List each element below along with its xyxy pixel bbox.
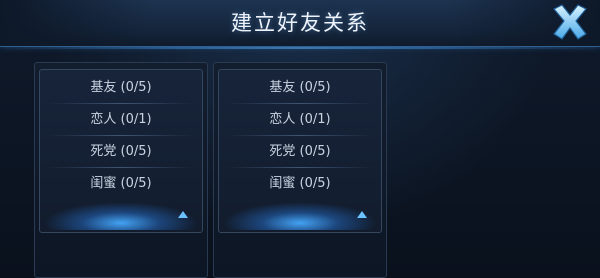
- option-separator: [48, 103, 194, 104]
- option-guimi[interactable]: 闺蜜 (0/5): [44, 170, 198, 198]
- option-separator: [227, 103, 373, 104]
- title-divider: [0, 47, 600, 49]
- relationship-options-list: 基友 (0/5) 恋人 (0/1) 死党 (0/5) 闺蜜 (0/5): [218, 69, 382, 233]
- chevron-up-icon: [357, 211, 367, 218]
- close-button[interactable]: [548, 2, 592, 42]
- dialog-title: 建立好友关系: [231, 11, 369, 35]
- option-lianren[interactable]: 恋人 (0/1): [223, 106, 377, 134]
- relationship-panel-right: 基友 (0/5) 恋人 (0/1) 死党 (0/5) 闺蜜 (0/5): [213, 62, 387, 278]
- relationship-selector[interactable]: [223, 202, 377, 230]
- option-jiyou[interactable]: 基友 (0/5): [44, 74, 198, 102]
- relationship-options-list: 基友 (0/5) 恋人 (0/1) 死党 (0/5) 闺蜜 (0/5): [39, 69, 203, 233]
- option-sidang[interactable]: 死党 (0/5): [44, 138, 198, 166]
- option-separator: [48, 167, 194, 168]
- option-sidang[interactable]: 死党 (0/5): [223, 138, 377, 166]
- option-guimi[interactable]: 闺蜜 (0/5): [223, 170, 377, 198]
- option-separator: [227, 167, 373, 168]
- chevron-up-icon: [178, 211, 188, 218]
- option-separator: [48, 135, 194, 136]
- option-jiyou[interactable]: 基友 (0/5): [223, 74, 377, 102]
- relationship-panel-left: 基友 (0/5) 恋人 (0/1) 死党 (0/5) 闺蜜 (0/5): [34, 62, 208, 278]
- option-separator: [227, 135, 373, 136]
- title-bar: 建立好友关系: [0, 0, 600, 47]
- relationship-selector[interactable]: [44, 202, 198, 230]
- close-icon: [553, 4, 587, 40]
- option-lianren[interactable]: 恋人 (0/1): [44, 106, 198, 134]
